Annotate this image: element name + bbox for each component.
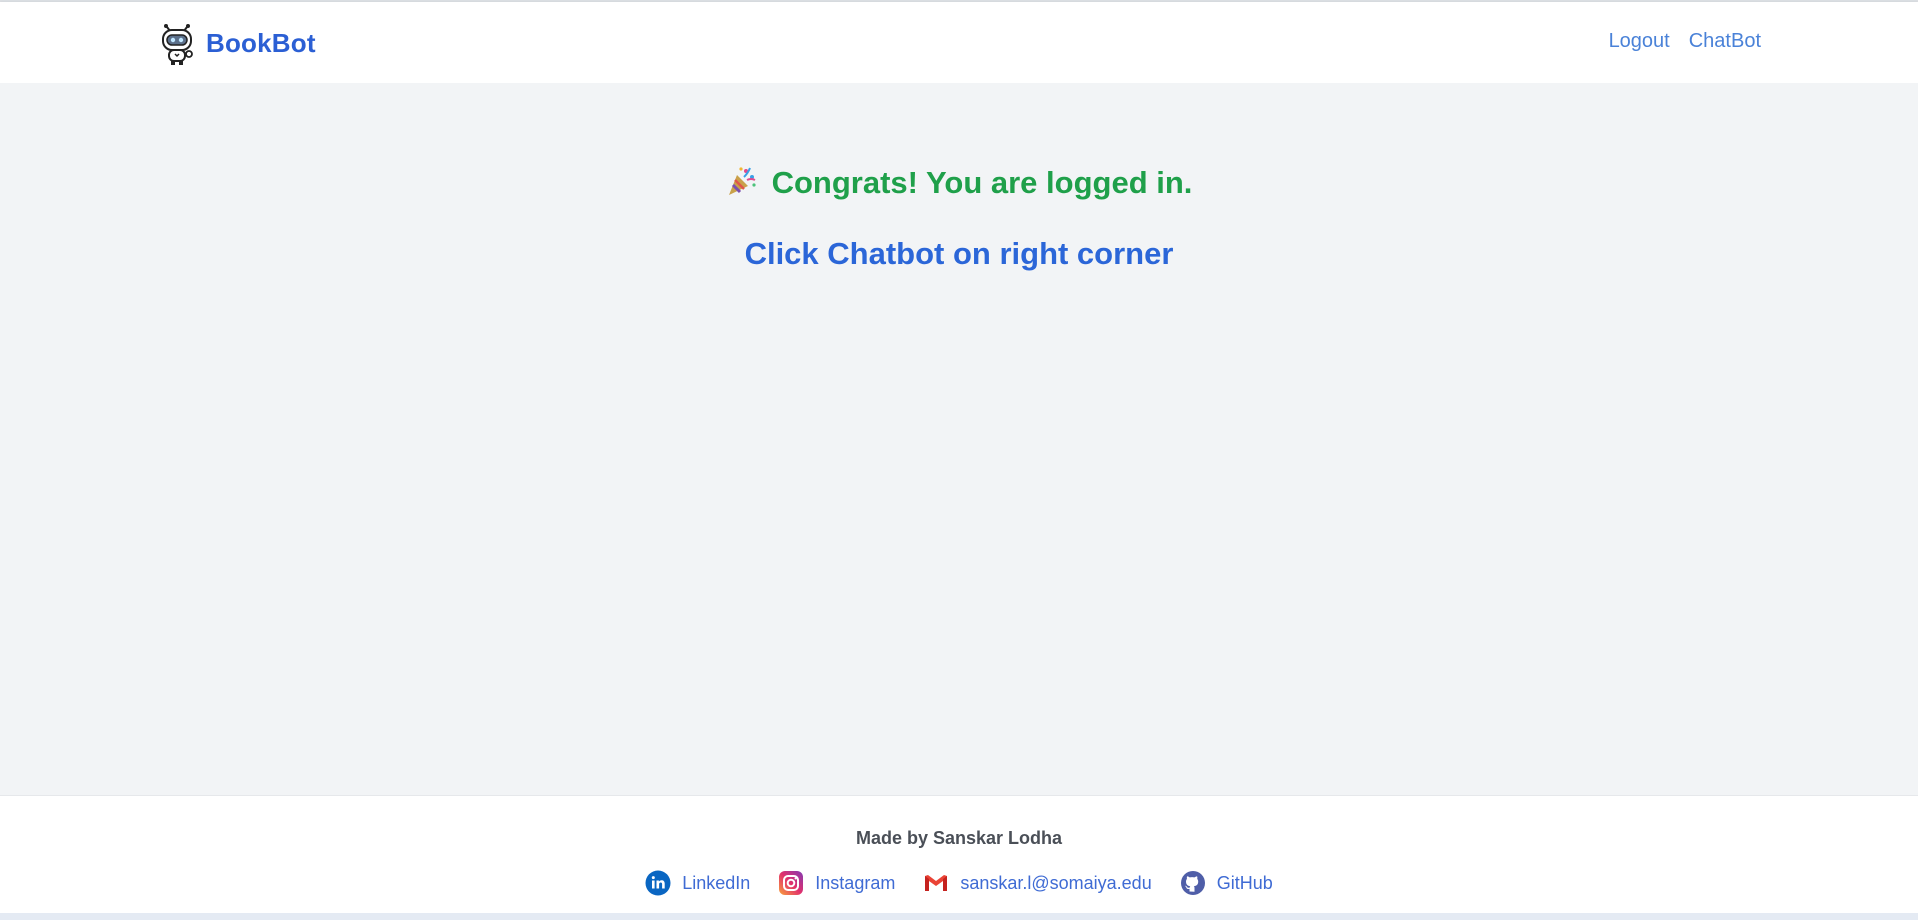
brand-link[interactable]: BookBot <box>158 20 316 66</box>
linkedin-icon <box>645 870 671 896</box>
top-nav: Logout ChatBot <box>1609 30 1761 53</box>
github-label: GitHub <box>1216 872 1273 893</box>
github-link[interactable]: GitHub <box>1180 870 1273 896</box>
instruction-heading: Click Chatbot on right corner <box>744 236 1174 271</box>
instagram-icon <box>779 871 804 895</box>
instagram-link[interactable]: Instagram <box>778 870 895 896</box>
email-label: sanskar.l@somaiya.edu <box>960 872 1152 893</box>
linkedin-link[interactable]: LinkedIn <box>645 870 750 896</box>
brand-name: BookBot <box>206 27 316 58</box>
chatbot-link[interactable]: ChatBot <box>1689 30 1761 53</box>
instagram-label: Instagram <box>815 872 896 893</box>
robot-logo-icon <box>162 24 193 65</box>
made-by-text: Made by Sanskar Lodha <box>855 828 1063 848</box>
main-content: Congrats! You are logged in. Click Chatb… <box>0 83 1918 795</box>
bottom-border <box>0 913 1918 920</box>
congrats-text: Congrats! You are logged in. <box>771 165 1193 200</box>
social-links: LinkedIn Instagram sanskar.l@somaiya.edu… <box>0 870 1918 896</box>
congrats-heading: Congrats! You are logged in. <box>0 165 1918 201</box>
email-link[interactable]: sanskar.l@somaiya.edu <box>923 870 1152 896</box>
gmail-icon <box>925 875 948 891</box>
footer: Made by Sanskar Lodha LinkedIn Instagram… <box>0 795 1918 913</box>
party-popper-icon <box>728 167 756 195</box>
linkedin-label: LinkedIn <box>682 872 751 893</box>
github-icon <box>1180 871 1205 895</box>
logout-link[interactable]: Logout <box>1609 30 1670 53</box>
top-navbar: BookBot Logout ChatBot <box>0 2 1918 83</box>
